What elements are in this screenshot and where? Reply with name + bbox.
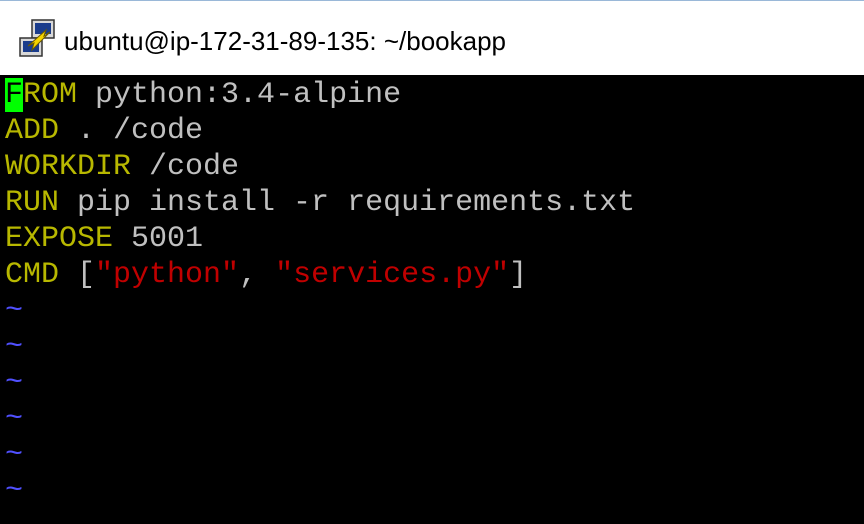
code-line-3: WORKDIR /code <box>5 149 239 185</box>
code-text: pip install -r requirements.txt <box>59 186 636 220</box>
code-text: python:3.4-alpine <box>77 78 402 112</box>
code-line-1: FROM python:3.4-alpine <box>5 77 401 113</box>
keyword: WORKDIR <box>5 150 132 184</box>
empty-line-marker: ~ <box>5 294 24 328</box>
empty-line-marker: ~ <box>5 438 24 472</box>
code-line-5: EXPOSE 5001 <box>5 221 203 257</box>
window-title: ubuntu@ip-172-31-89-135: ~/bookapp <box>64 26 506 56</box>
code-text: 5001 <box>113 222 204 256</box>
empty-line-marker: ~ <box>5 402 24 436</box>
terminal-editor[interactable]: FROM python:3.4-alpine ADD . /code WORKD… <box>0 75 864 524</box>
string-literal: "services.py" <box>275 258 510 292</box>
title-bar: ubuntu@ip-172-31-89-135: ~/bookapp <box>0 0 864 75</box>
code-line-6: CMD ["python", "services.py"] <box>5 257 527 293</box>
putty-icon[interactable] <box>18 18 58 60</box>
empty-line-marker: ~ <box>5 474 24 508</box>
keyword: CMD <box>5 258 60 292</box>
keyword: RUN <box>5 186 60 220</box>
code-line-4: RUN pip install -r requirements.txt <box>5 185 635 221</box>
empty-line-marker: ~ <box>5 330 24 364</box>
cursor: F <box>5 78 24 112</box>
code-text: [ <box>59 258 96 292</box>
code-text: ] <box>509 258 528 292</box>
code-text: , <box>239 258 276 292</box>
code-text: /code <box>131 150 240 184</box>
code-line-2: ADD . /code <box>5 113 203 149</box>
empty-line-marker: ~ <box>5 366 24 400</box>
code-text: . /code <box>59 114 204 148</box>
keyword: ROM <box>23 78 78 112</box>
keyword: EXPOSE <box>5 222 114 256</box>
keyword: ADD <box>5 114 60 148</box>
string-literal: "python" <box>95 258 240 292</box>
